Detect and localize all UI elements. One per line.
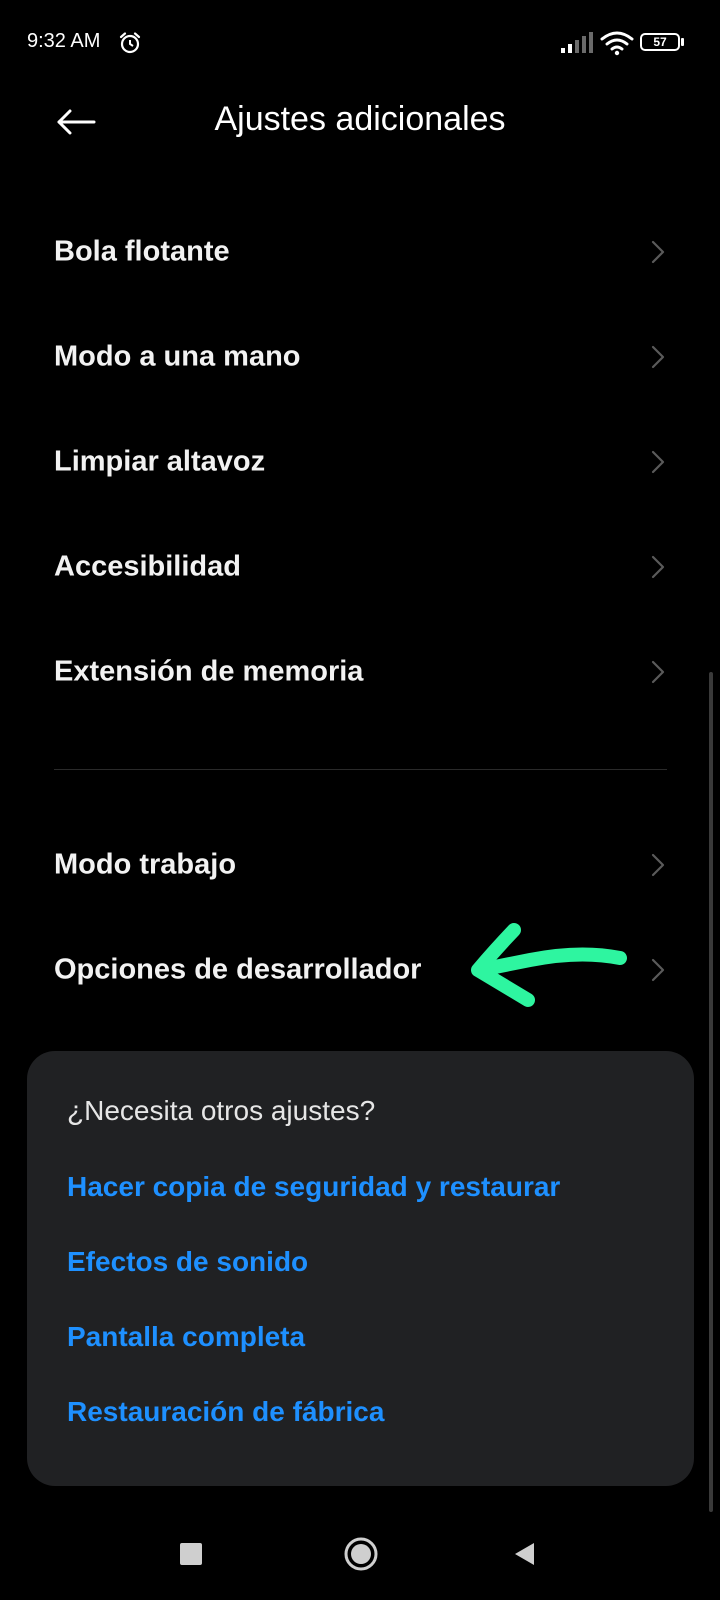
chevron-right-icon [651,345,665,369]
link-factory-reset[interactable]: Restauración de fábrica [67,1396,384,1428]
setting-item-label: Opciones de desarrollador [54,953,422,986]
chevron-right-icon [651,555,665,579]
setting-item-floating-ball[interactable]: Bola flotante [0,200,720,304]
setting-item-label: Bola flotante [54,235,230,268]
app-header: Ajustes adicionales [0,86,720,158]
status-time: 9:32 AM [27,30,101,52]
setting-item-clean-speaker[interactable]: Limpiar altavoz [0,410,720,514]
setting-item-memory-extension[interactable]: Extensión de memoria [0,620,720,724]
chevron-right-icon [651,958,665,982]
status-bar: 9:32 AM 57 [0,0,720,86]
setting-item-label: Modo trabajo [54,848,237,881]
recents-button[interactable] [169,1532,213,1576]
hand-drawn-arrow-icon [471,923,627,1007]
setting-item-label: Modo a una mano [54,340,301,373]
home-button[interactable] [339,1532,383,1576]
chevron-right-icon [651,853,665,877]
setting-item-label: Extensión de memoria [54,655,364,688]
link-full-screen[interactable]: Pantalla completa [67,1321,305,1353]
page-title: Ajustes adicionales [214,100,506,138]
setting-item-one-handed-mode[interactable]: Modo a una mano [0,305,720,409]
wifi-icon [600,31,634,56]
battery-icon: 57 [640,33,688,53]
chevron-right-icon [651,660,665,684]
triangle-back-icon [515,1543,534,1565]
section-divider [54,769,667,770]
suggestions-card: ¿Necesita otros ajustes? Hacer copia de … [27,1051,694,1486]
chevron-right-icon [651,240,665,264]
link-backup-restore[interactable]: Hacer copia de seguridad y restaurar [67,1171,560,1203]
cellular-signal-icon [561,32,593,53]
setting-item-accessibility[interactable]: Accesibilidad [0,515,720,619]
setting-item-work-mode[interactable]: Modo trabajo [0,813,720,917]
suggestions-title: ¿Necesita otros ajustes? [67,1095,376,1126]
setting-item-label: Accesibilidad [54,550,241,583]
battery-level: 57 [653,35,667,49]
navigation-bar [0,1516,720,1600]
link-sound-effects[interactable]: Efectos de sonido [67,1246,308,1278]
square-icon [180,1543,202,1565]
scrollbar[interactable] [709,672,713,1512]
chevron-right-icon [651,450,665,474]
nav-back-button[interactable] [503,1532,547,1576]
circle-icon [344,1537,378,1571]
setting-item-label: Limpiar altavoz [54,445,266,478]
alarm-clock-icon [119,32,141,54]
